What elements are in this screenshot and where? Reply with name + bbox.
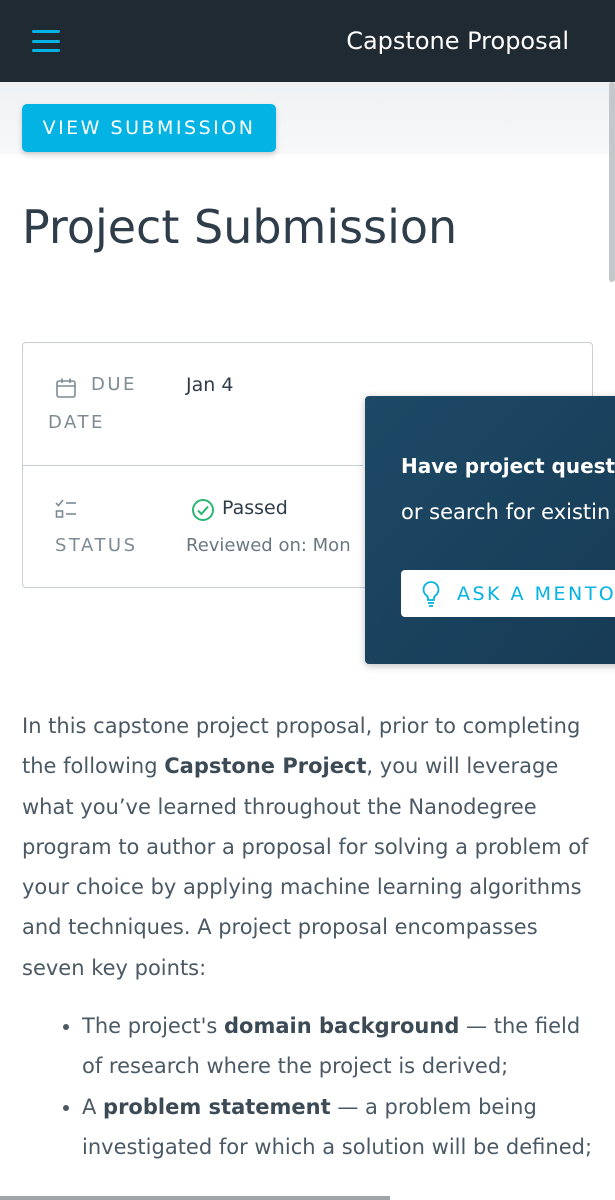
reviewed-on-text: Reviewed on: Mon: [186, 535, 351, 556]
checklist-icon: [55, 499, 76, 518]
list-item-bold: problem statement: [103, 1094, 331, 1119]
hamburger-menu-icon[interactable]: [32, 30, 60, 52]
due-date-value: Jan 4: [186, 374, 234, 396]
ask-mentor-label: ASK A MENTO: [457, 582, 615, 605]
check-circle-icon: [192, 499, 214, 521]
page-title: Project Submission: [22, 200, 458, 254]
page-header-title: Capstone Proposal: [346, 27, 569, 55]
status-label: STATUS: [55, 535, 138, 556]
view-submission-button[interactable]: VIEW SUBMISSION: [22, 104, 276, 152]
intro-paragraph: In this capstone project proposal, prior…: [22, 706, 597, 988]
key-points-list: The project's domain background — the fi…: [22, 1006, 597, 1167]
project-description: In this capstone project proposal, prior…: [22, 706, 597, 1167]
top-bar: Capstone Proposal: [0, 0, 615, 82]
scrollbar[interactable]: [609, 82, 615, 282]
list-item-text: The project's: [82, 1014, 225, 1039]
popup-subtext: or search for existin: [401, 500, 611, 524]
capstone-project-emphasis: Capstone Project: [164, 754, 367, 779]
horizontal-scrollbar[interactable]: [0, 1196, 390, 1200]
list-item-text: A: [82, 1094, 104, 1119]
mentor-help-popup: Have project questio or search for exist…: [365, 396, 615, 664]
row-divider: [23, 465, 363, 466]
due-date-label: DUE: [91, 374, 137, 395]
list-item: A problem statement — a problem being in…: [82, 1087, 597, 1168]
due-date-label-line2: DATE: [48, 412, 105, 433]
list-item-bold: domain background: [224, 1014, 460, 1039]
popup-heading: Have project questio: [401, 454, 615, 478]
status-value: Passed: [222, 497, 288, 519]
calendar-icon: [56, 378, 76, 398]
ask-mentor-button[interactable]: ASK A MENTO: [401, 570, 615, 617]
lightbulb-icon: [422, 580, 440, 607]
list-item: The project's domain background — the fi…: [82, 1006, 597, 1087]
intro-text-continued: , you will leverage what you’ve learned …: [22, 754, 589, 980]
